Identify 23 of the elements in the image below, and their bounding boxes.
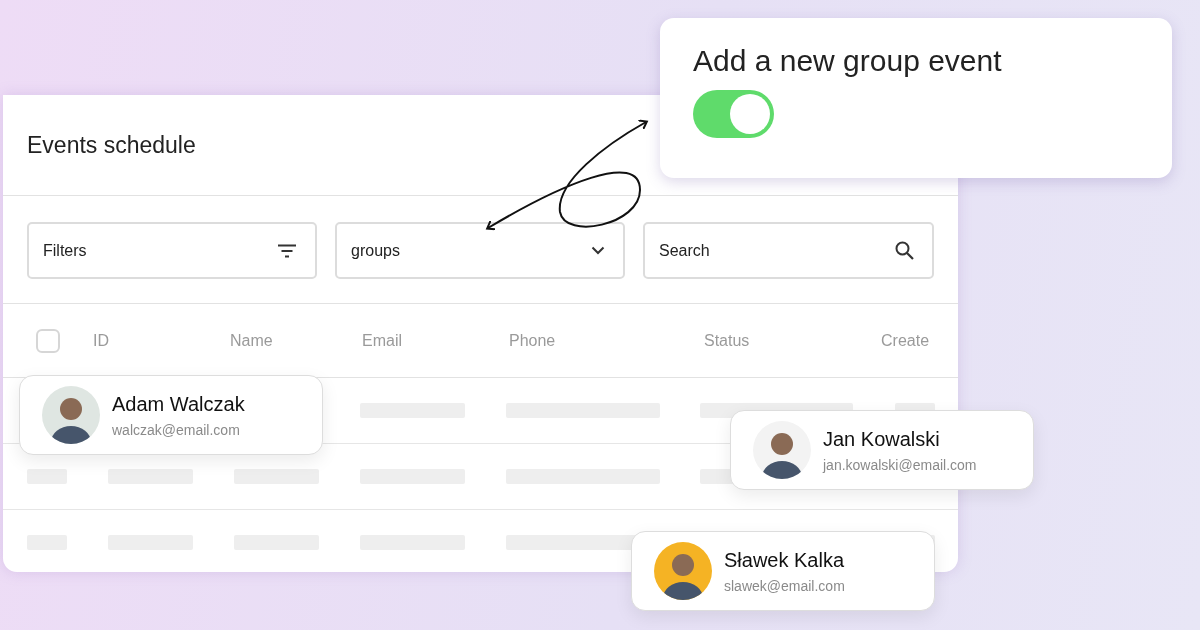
filters-button[interactable]: Filters — [27, 222, 317, 279]
person-email: walczak@email.com — [112, 421, 241, 438]
column-header: Status — [704, 331, 751, 350]
person-email: slawek@email.com — [724, 577, 845, 594]
person-name: Jan Kowalski — [823, 427, 941, 451]
select-all-checkbox[interactable] — [36, 328, 60, 353]
card-title: Add a new group event — [693, 44, 1003, 78]
avatar-icon — [654, 542, 712, 600]
person-email: jan.kowalski@email.com — [823, 456, 977, 473]
column-header: Create — [881, 331, 930, 350]
search-icon — [895, 241, 914, 260]
search-field[interactable]: Search — [643, 222, 934, 279]
panel-title: Events schedule — [27, 131, 196, 159]
person-name: Adam Walczak — [112, 392, 245, 416]
chevron-down-icon — [591, 246, 605, 255]
group-dropdown[interactable]: groups — [335, 222, 625, 279]
column-header: Phone — [509, 331, 557, 350]
person-name: Sławek Kalka — [724, 548, 845, 572]
column-header: Name — [230, 331, 274, 350]
toggle-switch[interactable] — [693, 90, 774, 138]
filter-icon — [277, 243, 297, 258]
column-header: Email — [362, 331, 403, 350]
column-header: ID — [93, 331, 110, 350]
